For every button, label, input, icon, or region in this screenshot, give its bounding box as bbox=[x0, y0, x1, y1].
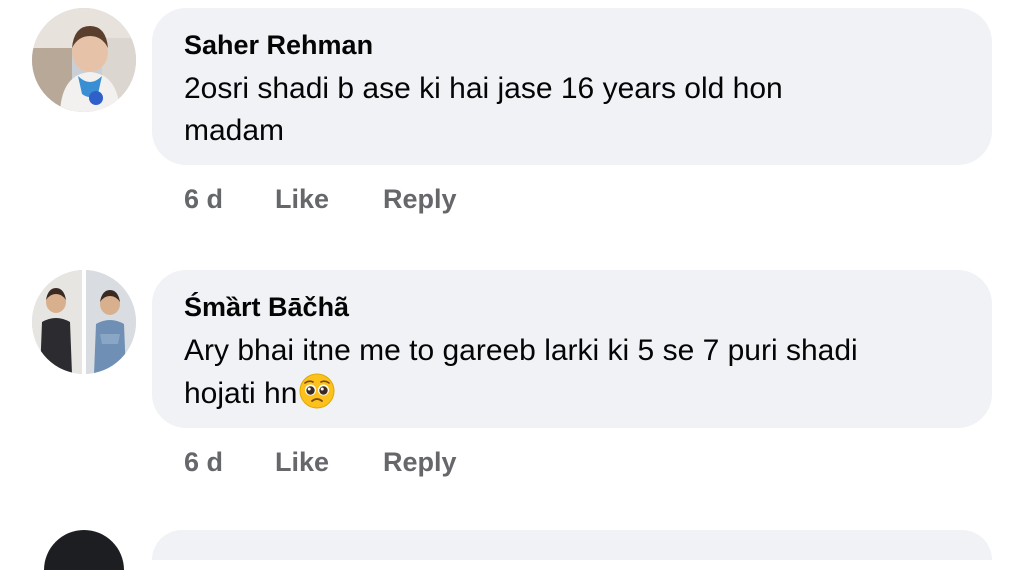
comment-timestamp[interactable]: 6 d bbox=[184, 445, 223, 479]
avatar[interactable] bbox=[32, 8, 136, 112]
like-button[interactable]: Like bbox=[275, 182, 329, 216]
comment-text-line: madam bbox=[184, 114, 285, 147]
avatar[interactable] bbox=[32, 270, 136, 374]
avatar[interactable] bbox=[44, 530, 124, 570]
comment-bubble bbox=[152, 530, 992, 560]
like-button[interactable]: Like bbox=[275, 445, 329, 479]
comment-text: 2osri shadi b ase ki hai jase 16 years o… bbox=[184, 68, 960, 152]
comment-text: Ary bhai itne me to gareeb larki ki 5 se… bbox=[184, 330, 960, 415]
comment-text-line: hojati hn bbox=[184, 372, 960, 415]
comment-text-line: 2osri shadi b ase ki hai jase 16 years o… bbox=[184, 72, 783, 105]
reply-button[interactable]: Reply bbox=[383, 182, 457, 216]
comment-text-fragment: hojati hn bbox=[184, 377, 298, 410]
comment-text-line: Ary bhai itne me to gareeb larki ki 5 se… bbox=[184, 334, 858, 367]
reply-button[interactable]: Reply bbox=[383, 445, 457, 479]
comment-author[interactable]: Saher Rehman bbox=[184, 28, 960, 62]
pleading-face-emoji-icon bbox=[299, 373, 335, 409]
comment-bubble: Śmȁrt Bāčhã Ary bhai itne me to gareeb l… bbox=[152, 270, 992, 428]
comment-bubble: Saher Rehman 2osri shadi b ase ki hai ja… bbox=[152, 8, 992, 165]
comment-author[interactable]: Śmȁrt Bāčhã bbox=[184, 290, 960, 324]
profile-photo-two-children-icon bbox=[32, 270, 136, 374]
comment-timestamp[interactable]: 6 d bbox=[184, 182, 223, 216]
profile-photo-child-icon bbox=[32, 8, 136, 112]
